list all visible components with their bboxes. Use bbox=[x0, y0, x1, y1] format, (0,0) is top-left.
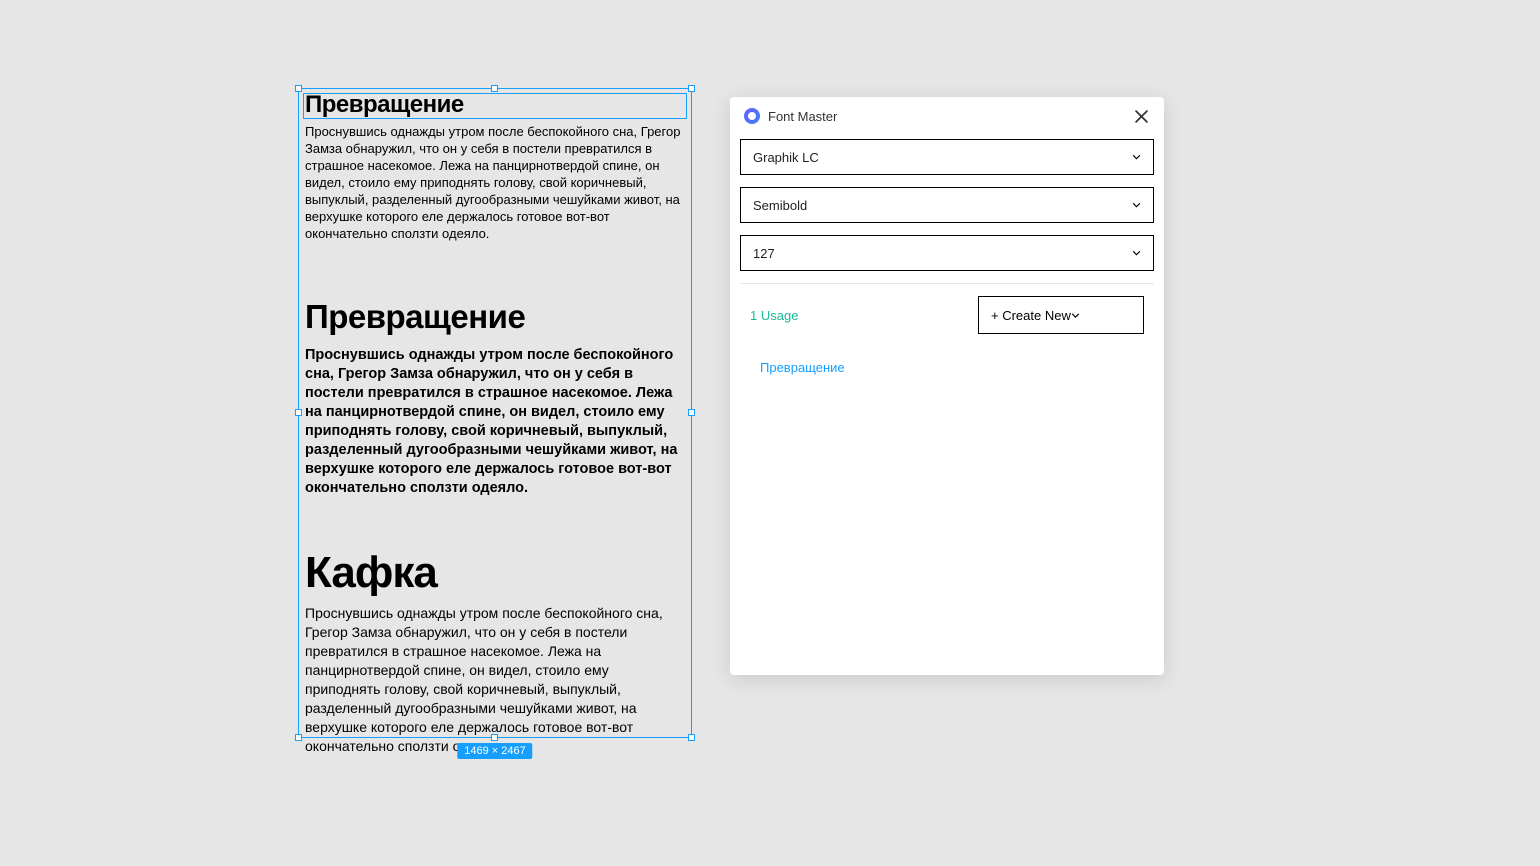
font-family-select[interactable]: Graphik LC bbox=[740, 139, 1154, 175]
canvas-content: Превращение Проснувшись однажды утром по… bbox=[305, 89, 685, 756]
font-family-value: Graphik LC bbox=[753, 150, 819, 165]
canvas-frame[interactable]: Превращение Проснувшись однажды утром по… bbox=[298, 88, 692, 738]
caret-down-icon bbox=[1132, 251, 1141, 256]
heading-2[interactable]: Превращение bbox=[305, 298, 685, 336]
heading-3[interactable]: Кафка bbox=[305, 548, 685, 598]
resize-handle-lm[interactable] bbox=[295, 409, 302, 416]
dimensions-badge: 1469 × 2467 bbox=[457, 743, 532, 759]
close-icon bbox=[1135, 110, 1148, 123]
resize-handle-tl[interactable] bbox=[295, 85, 302, 92]
caret-down-icon bbox=[1071, 313, 1080, 318]
create-new-select[interactable]: + Create New bbox=[978, 296, 1144, 334]
panel-header: Font Master bbox=[730, 97, 1164, 135]
usage-count-label: 1 Usage bbox=[750, 308, 966, 323]
panel-body: Graphik LC Semibold 127 1 Usage + Create… bbox=[730, 135, 1164, 411]
font-weight-select[interactable]: Semibold bbox=[740, 187, 1154, 223]
font-size-value: 127 bbox=[753, 246, 775, 261]
divider bbox=[740, 283, 1154, 284]
font-master-panel: Font Master Graphik LC Semibold 127 1 Us… bbox=[730, 97, 1164, 675]
paragraph-1[interactable]: Проснувшись однажды утром после беспокой… bbox=[305, 123, 685, 242]
create-new-label: + Create New bbox=[991, 308, 1071, 323]
caret-down-icon bbox=[1132, 203, 1141, 208]
panel-title: Font Master bbox=[768, 109, 1124, 124]
resize-handle-rm[interactable] bbox=[688, 409, 695, 416]
usage-link[interactable]: Превращение bbox=[740, 334, 1154, 401]
resize-handle-br[interactable] bbox=[688, 734, 695, 741]
font-size-select[interactable]: 127 bbox=[740, 235, 1154, 271]
resize-handle-tr[interactable] bbox=[688, 85, 695, 92]
paragraph-2[interactable]: Проснувшись однажды утром после беспокой… bbox=[305, 346, 685, 498]
font-weight-value: Semibold bbox=[753, 198, 807, 213]
resize-handle-bl[interactable] bbox=[295, 734, 302, 741]
plugin-logo-icon bbox=[744, 108, 760, 124]
heading-1[interactable]: Превращение bbox=[305, 91, 685, 119]
paragraph-3[interactable]: Проснувшись однажды утром после беспокой… bbox=[305, 604, 685, 756]
usage-row: 1 Usage + Create New bbox=[740, 296, 1154, 334]
caret-down-icon bbox=[1132, 155, 1141, 160]
close-button[interactable] bbox=[1132, 107, 1150, 125]
